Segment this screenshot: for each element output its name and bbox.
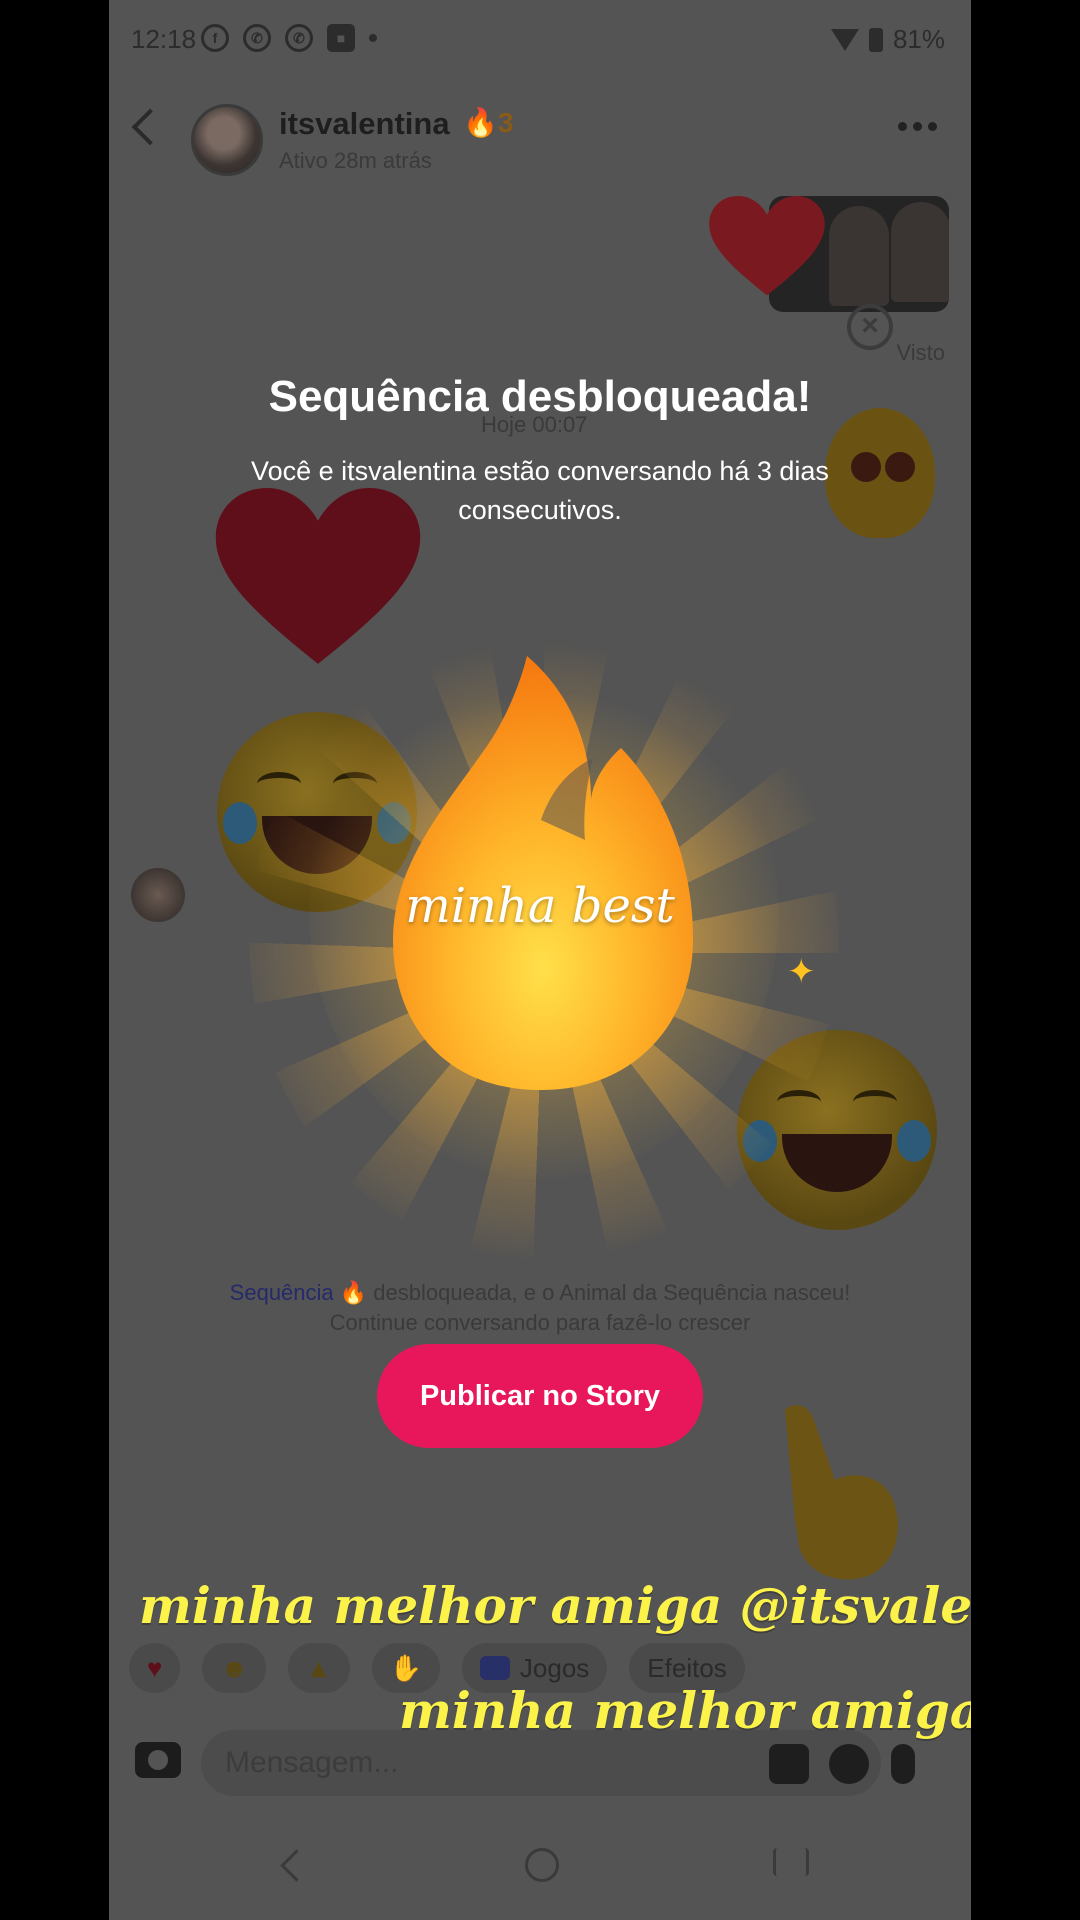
hand-icon: ✋ [389, 1652, 422, 1683]
flame-icon: 🔥 [463, 107, 498, 138]
laugh-emoji-icon: ☻ [220, 1652, 248, 1683]
effects-label: Efeitos [647, 1652, 727, 1683]
contact-name[interactable]: itsvalentina [279, 106, 450, 142]
microphone-icon[interactable] [891, 1744, 915, 1784]
streak-note-highlight: Sequência [229, 1280, 334, 1305]
streak-flame-icon [393, 656, 693, 1090]
facebook-icon: f [201, 24, 229, 52]
whatsapp-icon: ✆ [243, 24, 271, 52]
modal-subtitle: Você e itsvalentina estão conversando há… [251, 456, 829, 525]
streak-count: 3 [497, 107, 514, 138]
battery-icon [868, 27, 883, 52]
nav-home-icon[interactable] [525, 1848, 559, 1882]
nav-back-icon[interactable] [280, 1849, 313, 1882]
gamepad-icon [479, 1656, 510, 1680]
flame-caption: minha best [405, 878, 675, 934]
status-right: 81% [830, 24, 945, 55]
phone-screen: 12:18 f ✆ ✆ ■ 81% itsvalentina 🔥3 Ativo … [109, 0, 971, 1920]
story-text-line1: minha melhor amiga @itsvalentina [139, 1576, 971, 1635]
system-nav-bar [109, 1840, 971, 1900]
streak-note: Sequência 🔥 desbloqueada, e o Animal da … [149, 1278, 931, 1338]
battery-percent: 81% [892, 24, 945, 54]
notification-dot-icon [369, 34, 377, 42]
status-time: 12:18 [131, 24, 197, 54]
avatar[interactable] [191, 104, 263, 176]
gallery-icon[interactable] [769, 1744, 809, 1784]
nav-recents-icon[interactable] [773, 1848, 809, 1876]
streak-note-text: desbloqueada, e o Animal da Sequência na… [367, 1280, 851, 1305]
sparkle-icon: ✦ [787, 953, 816, 991]
status-app-icons: f ✆ ✆ ■ [201, 24, 377, 52]
thumbs-up-icon: ▲ [305, 1652, 332, 1683]
seen-label: Visto [896, 340, 945, 365]
whatsapp-icon: ✆ [285, 24, 313, 52]
streak-badge: 🔥3 [463, 106, 513, 139]
quick-reply-laugh[interactable]: ☻ [202, 1643, 266, 1693]
more-options-icon[interactable] [898, 122, 937, 131]
close-icon[interactable]: × [847, 304, 893, 350]
quick-reply-thumbs[interactable]: ▲ [287, 1643, 350, 1693]
wifi-icon [830, 28, 859, 51]
pointing-hand-sticker [785, 1404, 898, 1580]
games-label: Jogos [519, 1652, 590, 1683]
camera-icon[interactable] [135, 1742, 181, 1778]
streak-note-line2: Continue conversando para fazê-lo cresce… [329, 1310, 751, 1335]
publish-story-button[interactable]: Publicar no Story [377, 1344, 703, 1448]
sticker-icon[interactable] [829, 1744, 869, 1784]
quick-reply-heart[interactable]: ♥ [129, 1643, 181, 1693]
story-text-line2-text: minha melhor amiga [399, 1681, 971, 1740]
heart-reaction-icon [709, 196, 825, 296]
heart-icon: ♥ [147, 1652, 163, 1683]
back-icon[interactable] [131, 108, 169, 146]
story-text-line2: minha melhor amiga [399, 1680, 971, 1750]
roblox-icon: ■ [327, 24, 355, 52]
active-status: Ativo 28m atrás [279, 148, 432, 173]
flame-icon: 🔥 [333, 1280, 368, 1305]
modal-title: Sequência desbloqueada! [268, 372, 812, 421]
